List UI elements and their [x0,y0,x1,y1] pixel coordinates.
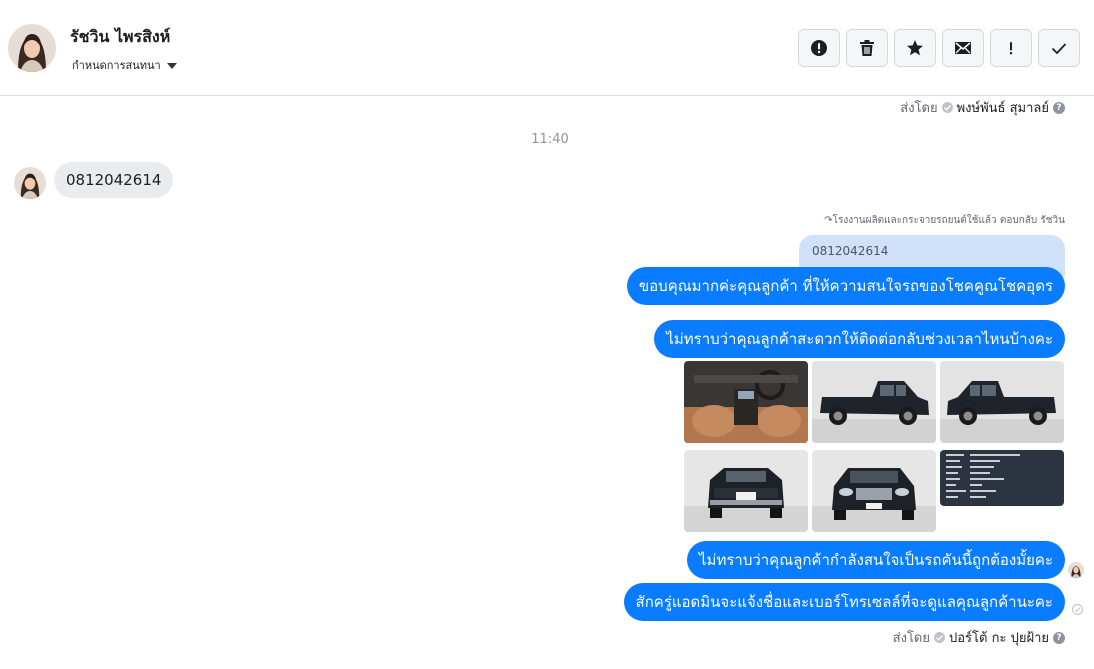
outgoing-message[interactable]: ขอบคุณมากค่ะคุณลูกค้า ที่ให้ความสนใจรถขอ… [626,267,1065,305]
exclamation-icon [1009,42,1013,55]
seen-by-avatar [1068,562,1084,578]
mark-done-button[interactable] [1038,29,1080,67]
report-button[interactable] [798,29,840,67]
reply-note-text: โรงงานผลิตและกระจายรถยนต์ใช้แล้ว ตอบกลับ… [832,215,1065,226]
header-actions [798,29,1080,67]
verified-check-icon [934,632,945,643]
assign-label: กำหนดการสนทนา [72,59,161,72]
conversation-header: รัชวิน ไพรสิงห์ กำหนดการสนทนา [0,0,1094,96]
car-side-photo[interactable] [812,361,936,443]
reply-arrow-icon: ↷ [824,215,833,226]
sent-by-agent[interactable]: พงษ์พันธ์ สุมาลย์ [957,97,1049,118]
star-button[interactable] [894,29,936,67]
spam-button[interactable] [990,29,1032,67]
help-icon[interactable]: ? [1053,631,1065,644]
sent-by-agent[interactable]: ปอร์โต้ กะ ปุยฝ้าย [949,627,1049,648]
car-spec-sheet-photo[interactable] [940,450,1064,506]
car-interior-photo[interactable] [684,361,808,443]
contact-name[interactable]: รัชวิน ไพรสิงห์ [70,25,170,50]
sender-avatar[interactable] [14,167,46,199]
photo-attachment-grid [684,361,1065,532]
help-icon[interactable]: ? [1053,101,1065,114]
car-rear-photo[interactable] [684,450,808,532]
contact-avatar[interactable] [8,24,56,72]
delivered-check-icon [1072,604,1083,615]
trash-icon [860,40,874,56]
car-side-photo[interactable] [940,361,1064,443]
sent-by-label: ส่งโดย [900,101,938,116]
outgoing-message[interactable]: ไม่ทราบว่าคุณลูกค้าสะดวกให้ติดต่อกลับช่ว… [654,320,1065,358]
verified-check-icon [941,102,953,113]
envelope-icon [955,42,971,54]
assign-conversation-dropdown[interactable]: กำหนดการสนทนา [72,56,177,74]
alert-circle-icon [811,40,827,56]
message-timestamp: 11:40 [531,132,569,147]
sent-by-bottom: ส่งโดย ปอร์โต้ กะ ปุยฝ้าย ? [893,627,1065,648]
mark-unread-button[interactable] [942,29,984,67]
delete-button[interactable] [846,29,888,67]
outgoing-message[interactable]: สักครู่แอดมินจะแจ้งชื่อและเบอร์โทรเซลล์ท… [623,583,1065,621]
sent-by-top: ส่งโดย พงษ์พันธ์ สุมาลย์ ? [900,97,1065,118]
car-front-photo[interactable] [812,450,936,532]
sent-by-label: ส่งโดย [892,631,930,646]
incoming-message[interactable]: 0812042614 [54,162,174,198]
star-icon [907,40,923,56]
reply-note: ↷โรงงานผลิตและกระจายรถยนต์ใช้แล้ว ตอบกลั… [824,213,1065,228]
outgoing-message[interactable]: ไม่ทราบว่าคุณลูกค้ากำลังสนใจเป็นรถคันนี้… [687,541,1065,579]
caret-down-icon [166,62,177,69]
checkmark-icon [1051,43,1067,55]
